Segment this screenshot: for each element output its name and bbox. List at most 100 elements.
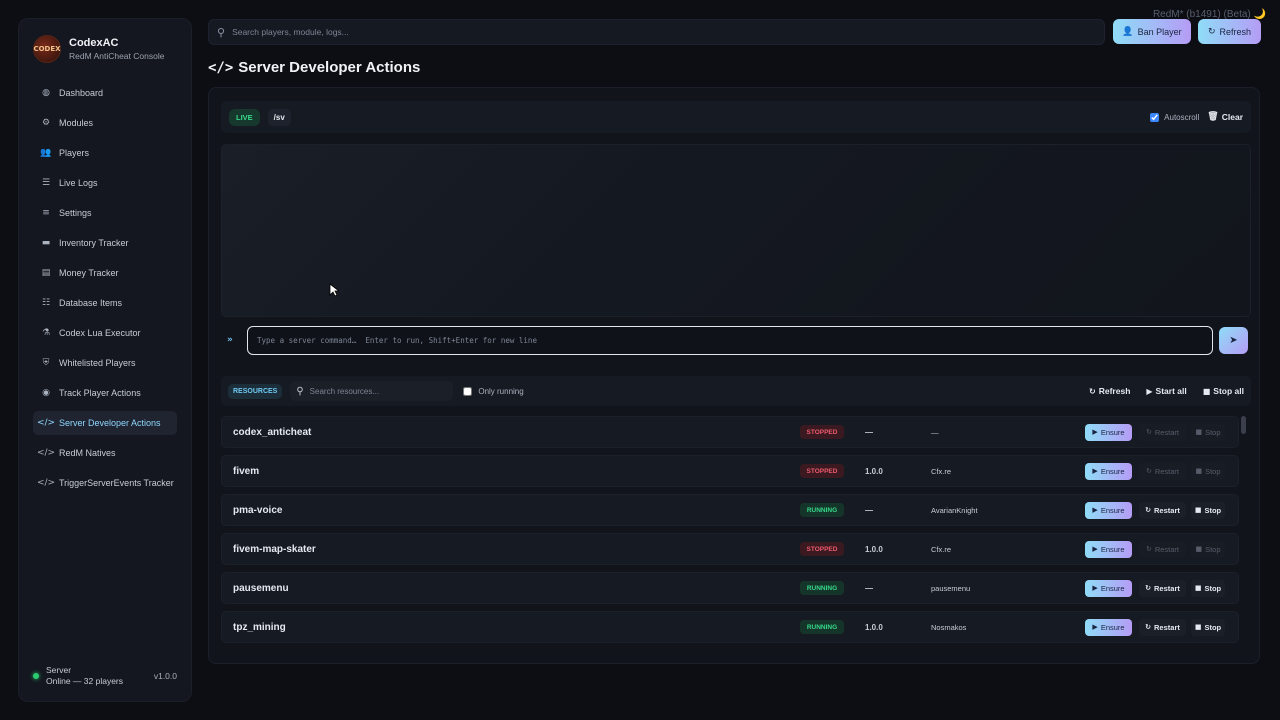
resource-name: fivem-map-skater <box>233 543 316 555</box>
restart-button[interactable]: ↻ Restart <box>1139 462 1186 480</box>
autoscroll-toggle[interactable]: Autoscroll <box>1150 112 1200 122</box>
sidebar-nav: ◍ Dashboard ⚙ Modules 👥 Players ☰ Live Logs ≡ Set… <box>19 81 191 495</box>
server-command-input[interactable] <box>247 326 1213 355</box>
sidebar-item-label: Players <box>59 148 90 158</box>
paper-plane-icon: ➤ <box>1229 335 1238 346</box>
stop-button[interactable]: ■ Stop <box>1191 423 1225 441</box>
app-root: CODEX CodexAC RedM AntiCheat Console ◍ Da… <box>0 0 1280 720</box>
sidebar-item-track-player-actions[interactable]: ◉ Track Player Actions <box>33 381 177 405</box>
stop-icon: ■ <box>1195 545 1203 553</box>
resource-name: tpz_mining <box>233 621 286 633</box>
ensure-label: Ensure <box>1100 583 1125 593</box>
sidebar-item-redm-natives[interactable]: </> RedM Natives <box>33 441 177 465</box>
ensure-button[interactable]: ▶ Ensure <box>1085 423 1132 441</box>
clear-label: Clear <box>1221 112 1243 122</box>
restart-button[interactable]: ↻ Restart <box>1139 501 1186 519</box>
users-icon: 👥 <box>40 148 52 158</box>
shield-icon: ⛨ <box>42 358 50 368</box>
sidebar-item-database-items[interactable]: ☷ Database Items <box>33 291 177 315</box>
sidebar-item-players[interactable]: 👥 Players <box>33 141 177 165</box>
stop-all-button[interactable]: ■ Stop all <box>1203 386 1244 396</box>
stop-button[interactable]: ■ Stop <box>1191 501 1225 519</box>
clear-console-button[interactable]: 🗑 Clear <box>1207 112 1243 122</box>
resource-search-input[interactable] <box>309 386 440 396</box>
stop-button[interactable]: ■ Stop <box>1191 579 1225 597</box>
stop-icon: ■ <box>1194 584 1202 592</box>
resource-version: — <box>865 583 873 593</box>
restart-button[interactable]: ↻ Restart <box>1139 618 1186 636</box>
play-icon: ▶ <box>1092 584 1098 592</box>
stop-button[interactable]: ■ Stop <box>1191 540 1225 558</box>
stop-button[interactable]: ■ Stop <box>1191 462 1225 480</box>
refresh-icon: ↻ <box>1207 26 1216 37</box>
stop-icon: ■ <box>1195 467 1203 475</box>
page-title-text: Server Developer Actions <box>238 59 421 76</box>
ensure-button[interactable]: ▶ Ensure <box>1085 540 1132 558</box>
brand: CODEX CodexAC RedM AntiCheat Console <box>19 19 191 73</box>
restart-button[interactable]: ↻ Restart <box>1139 423 1186 441</box>
sidebar-item-inventory-tracker[interactable]: ▬ Inventory Tracker <box>33 231 177 255</box>
database-icon: ☷ <box>41 298 51 308</box>
refresh-button[interactable]: ↻ Refresh <box>1198 19 1261 44</box>
sidebar-item-settings[interactable]: ≡ Settings <box>33 201 177 225</box>
stop-label: Stop <box>1204 505 1222 515</box>
stop-label: Stop <box>1204 622 1222 632</box>
sidebar-item-live-logs[interactable]: ☰ Live Logs <box>33 171 177 195</box>
only-running-toggle[interactable]: Only running <box>463 386 524 396</box>
ban-player-button[interactable]: 👤 Ban Player <box>1113 19 1191 44</box>
autoscroll-label: Autoscroll <box>1164 112 1200 122</box>
refresh-icon: ↻ <box>1145 584 1152 592</box>
sidebar-item-triggerserverevents-tracker[interactable]: </> TriggerServerEvents Tracker <box>33 471 177 495</box>
restart-label: Restart <box>1154 427 1180 437</box>
autoscroll-checkbox[interactable] <box>1150 112 1160 122</box>
resource-list-scrollbar[interactable] <box>1241 416 1246 434</box>
restart-button[interactable]: ↻ Restart <box>1139 540 1186 558</box>
resource-author: Nosmakos <box>931 622 967 632</box>
resource-author: AvarianKnight <box>931 505 978 515</box>
sidebar-item-label: Settings <box>59 208 92 218</box>
sidebar-item-dashboard[interactable]: ◍ Dashboard <box>33 81 177 105</box>
refresh-resources-button[interactable]: ↻ Refresh <box>1089 386 1130 396</box>
ensure-button[interactable]: ▶ Ensure <box>1085 579 1132 597</box>
ensure-button[interactable]: ▶ Ensure <box>1085 618 1132 636</box>
console-command-tag: /sv <box>267 108 291 126</box>
status-badge: RUNNING <box>800 620 844 634</box>
table-row: fivem STOPPED 1.0.0 Cfx.re ▶ Ensure ↻ Restart ■ S… <box>221 455 1239 487</box>
ensure-button[interactable]: ▶ Ensure <box>1085 501 1132 519</box>
stop-all-label: Stop all <box>1213 386 1244 396</box>
console-output[interactable] <box>221 144 1251 317</box>
resource-search[interactable]: ⚲ <box>290 381 454 401</box>
sidebar-item-label: Money Tracker <box>59 268 119 278</box>
global-search[interactable]: ⚲ <box>208 19 1105 45</box>
table-row: pma-voice RUNNING — AvarianKnight ▶ Ensure ↻ Re… <box>221 494 1239 526</box>
sidebar-item-whitelisted-players[interactable]: ⛨ Whitelisted Players <box>33 351 177 375</box>
sidebar-item-codex-lua-executor[interactable]: ⚗ Codex Lua Executor <box>33 321 177 345</box>
sidebar-item-label: Track Player Actions <box>59 388 141 398</box>
sidebar-item-label: Database Items <box>59 298 123 308</box>
code-icon: </> <box>36 448 56 458</box>
table-row: pausemenu RUNNING — pausemenu ▶ Ensure ↻ Restar… <box>221 572 1239 604</box>
resource-author: — <box>931 427 939 437</box>
ensure-label: Ensure <box>1100 466 1125 476</box>
sidebar-item-label: Modules <box>59 118 94 128</box>
ensure-button[interactable]: ▶ Ensure <box>1085 462 1132 480</box>
stop-icon: ■ <box>1202 386 1211 396</box>
send-command-button[interactable]: ➤ <box>1219 327 1248 354</box>
stop-button[interactable]: ■ Stop <box>1191 618 1225 636</box>
resource-list[interactable]: codex_anticheat STOPPED — — ▶ Ensure ↻ Restart ■… <box>221 416 1251 654</box>
play-icon: ▶ <box>1092 545 1098 553</box>
stop-icon: ■ <box>1194 506 1202 514</box>
global-search-input[interactable] <box>232 27 1083 37</box>
play-icon: ▶ <box>1092 467 1098 475</box>
sidebar-item-money-tracker[interactable]: ▤ Money Tracker <box>33 261 177 285</box>
sidebar-item-modules[interactable]: ⚙ Modules <box>33 111 177 135</box>
brand-name: CodexAC <box>69 37 119 49</box>
sidebar-item-label: Live Logs <box>59 178 98 188</box>
start-all-button[interactable]: ▶ Start all <box>1146 386 1186 396</box>
sidebar-item-server-developer-actions[interactable]: </> Server Developer Actions <box>33 411 177 435</box>
restart-button[interactable]: ↻ Restart <box>1139 579 1186 597</box>
resource-bulk-actions: ↻ Refresh ▶ Start all ■ Stop all <box>1073 386 1244 396</box>
eye-icon: ◉ <box>42 388 50 398</box>
table-row: codex_anticheat STOPPED — — ▶ Ensure ↻ Restart ■… <box>221 416 1239 448</box>
only-running-checkbox[interactable] <box>463 386 473 396</box>
